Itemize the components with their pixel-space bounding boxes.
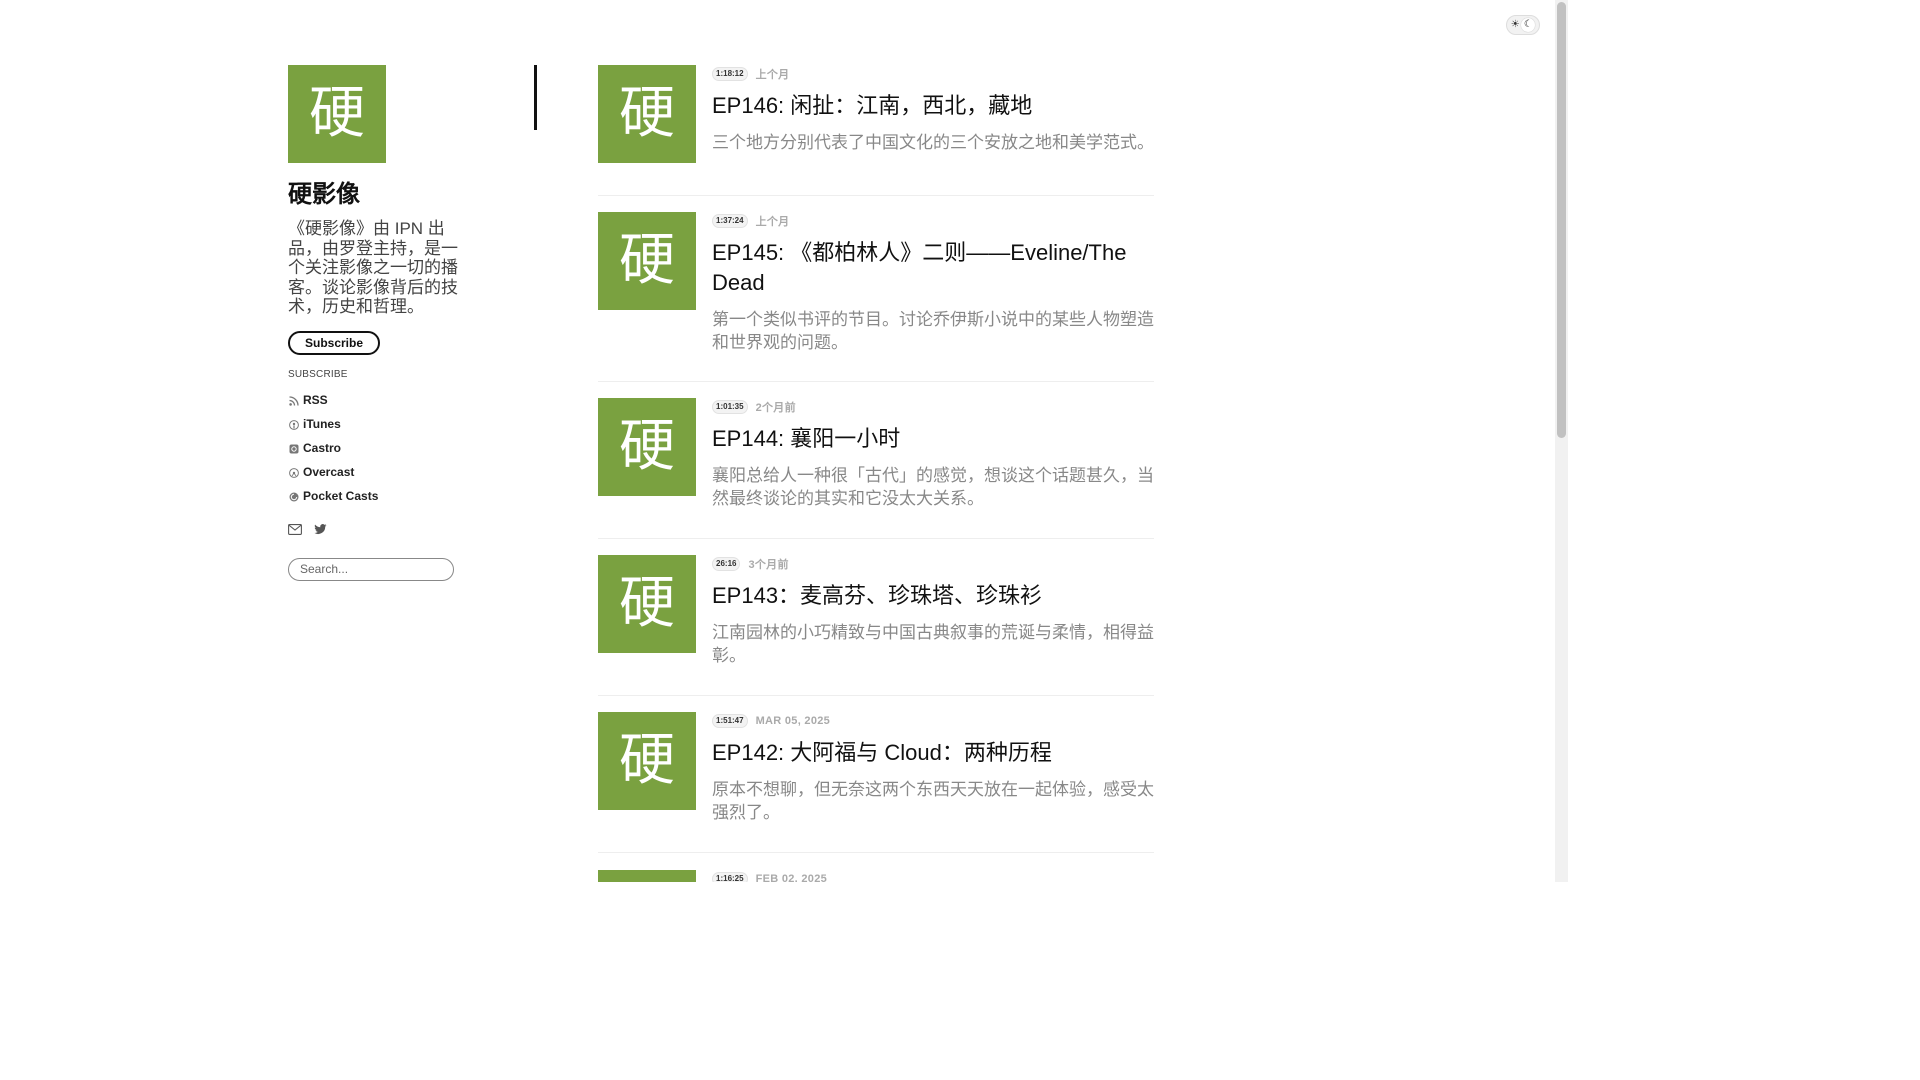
episode-description: 第一个类似书评的节目。讨论乔伊斯小说中的某些人物塑造和世界观的问题。	[712, 310, 1154, 352]
episode-title[interactable]: EP142: 大阿福与 Cloud：两种历程	[712, 738, 1154, 768]
pocket-casts-icon	[288, 491, 299, 502]
episode-cover[interactable]: 硬	[598, 870, 696, 882]
episode-date: 上个月	[755, 69, 790, 81]
episode-cover[interactable]: 硬	[598, 555, 696, 653]
duration-badge: 1:18:12	[712, 67, 748, 81]
feed-link-overcast[interactable]: Overcast	[288, 460, 538, 484]
episode-description: 襄阳总给人一种很「古代」的感觉，想谈这个话题甚久，当然最终谈论的其实和它没太大关…	[712, 466, 1154, 508]
duration-badge: 1:01:35	[712, 400, 748, 414]
episode-cover[interactable]: 硬	[598, 65, 696, 163]
feed-link-rss[interactable]: RSS	[288, 388, 538, 412]
duration-badge: 1:51:47	[712, 714, 748, 728]
episode-body: 1:16:25 FEB 02, 2025	[712, 870, 1154, 882]
moon-icon: ☾	[1521, 18, 1536, 32]
episode-description: 三个地方分别代表了中国文化的三个安放之地和美学范式。	[712, 133, 1154, 152]
feed-label-castro: Castro	[303, 440, 342, 455]
feed-link-pocket-casts[interactable]: Pocket Casts	[288, 484, 538, 508]
scrollbar[interactable]	[1555, 0, 1568, 882]
feed-label-pocket-casts: Pocket Casts	[303, 488, 379, 503]
episode-meta: 1:51:47 MAR 05, 2025	[712, 712, 1154, 730]
episode-body: 1:51:47 MAR 05, 2025 EP142: 大阿福与 Cloud：两…	[712, 712, 1154, 852]
episode-cover[interactable]: 硬	[598, 398, 696, 496]
podcast-icon	[288, 419, 299, 430]
episode-body: 1:01:35 2个月前 EP144: 襄阳一小时 襄阳总给人一种很「古代」的感…	[712, 398, 1154, 538]
episode-date: MAR 05, 2025	[755, 715, 831, 727]
duration-badge: 26:16	[712, 557, 741, 571]
site-title[interactable]: 硬影像	[288, 181, 538, 209]
search-input[interactable]	[288, 557, 454, 581]
scrollbar-thumb[interactable]	[1557, 2, 1566, 438]
page: ☀ ☾ 硬 硬影像 《硬影像》由 IPN 出品，由罗登主持，是一个关注影像之一切…	[0, 0, 1568, 882]
episode-cover[interactable]: 硬	[598, 212, 696, 310]
episode-meta: 1:16:25 FEB 02, 2025	[712, 870, 1154, 882]
email-icon[interactable]	[288, 524, 302, 536]
episode-meta: 1:01:35 2个月前	[712, 398, 1154, 416]
duration-badge: 1:37:24	[712, 214, 748, 228]
sun-icon: ☀	[1510, 19, 1520, 30]
feed-label-overcast: Overcast	[303, 464, 355, 479]
episode-meta: 1:37:24 上个月	[712, 212, 1154, 230]
episode-item: 硬 1:16:25 FEB 02, 2025	[598, 870, 1154, 882]
episode-list: 硬 1:18:12 上个月 EP146: 闲扯：江南，西北，藏地 三个地方分别代…	[598, 65, 1154, 882]
episode-date: 上个月	[755, 216, 790, 228]
episode-description: 江南园林的小巧精致与中国古典叙事的荒诞与柔情，相得益彰。	[712, 623, 1154, 665]
episode-item: 硬 26:16 3个月前 EP143：麦高芬、珍珠塔、珍珠衫 江南园林的小巧精致…	[598, 555, 1154, 696]
feed-link-castro[interactable]: Castro	[288, 436, 538, 460]
episode-body: 1:37:24 上个月 EP145: 《都柏林人》二则——Eveline/The…	[712, 212, 1154, 381]
episode-item: 硬 1:01:35 2个月前 EP144: 襄阳一小时 襄阳总给人一种很「古代」…	[598, 398, 1154, 539]
episode-title[interactable]: EP143：麦高芬、珍珠塔、珍珠衫	[712, 581, 1154, 611]
overcast-icon	[288, 467, 299, 478]
rss-icon	[288, 395, 299, 406]
subscribe-button[interactable]: Subscribe	[288, 330, 380, 355]
feed-label-itunes: iTunes	[303, 416, 341, 431]
theme-toggle[interactable]: ☀ ☾	[1506, 15, 1540, 35]
episode-body: 1:18:12 上个月 EP146: 闲扯：江南，西北，藏地 三个地方分别代表了…	[712, 65, 1154, 195]
episode-item: 硬 1:51:47 MAR 05, 2025 EP142: 大阿福与 Cloud…	[598, 712, 1154, 853]
episode-title[interactable]: EP146: 闲扯：江南，西北，藏地	[712, 91, 1154, 121]
subscribe-heading: SUBSCRIBE	[288, 368, 348, 380]
episode-title[interactable]: EP144: 襄阳一小时	[712, 424, 1154, 454]
episode-item: 硬 1:37:24 上个月 EP145: 《都柏林人》二则——Eveline/T…	[598, 212, 1154, 382]
site-description: 《硬影像》由 IPN 出品，由罗登主持，是一个关注影像之一切的播客。谈论影像背后…	[288, 219, 458, 317]
episode-date: 2个月前	[755, 402, 796, 414]
subscribe-list: RSS iTunes Castro Overcast Pocket Casts	[288, 388, 538, 508]
duration-badge: 1:16:25	[712, 872, 748, 882]
castro-icon	[288, 443, 299, 454]
episode-cover[interactable]: 硬	[598, 712, 696, 810]
feed-link-itunes[interactable]: iTunes	[288, 412, 538, 436]
twitter-icon[interactable]	[314, 524, 328, 536]
podcast-logo[interactable]: 硬	[288, 65, 386, 163]
episode-description: 原本不想聊，但无奈这两个东西天天放在一起体验，感受太强烈了。	[712, 780, 1154, 822]
episode-date: 3个月前	[748, 559, 789, 571]
feed-label-rss: RSS	[303, 392, 328, 407]
episode-body: 26:16 3个月前 EP143：麦高芬、珍珠塔、珍珠衫 江南园林的小巧精致与中…	[712, 555, 1154, 695]
episode-item: 硬 1:18:12 上个月 EP146: 闲扯：江南，西北，藏地 三个地方分别代…	[598, 65, 1154, 196]
social-links	[288, 522, 538, 538]
sidebar: 硬 硬影像 《硬影像》由 IPN 出品，由罗登主持，是一个关注影像之一切的播客。…	[288, 65, 538, 581]
episode-title[interactable]: EP145: 《都柏林人》二则——Eveline/The Dead	[712, 238, 1154, 298]
episode-meta: 1:18:12 上个月	[712, 65, 1154, 83]
episode-meta: 26:16 3个月前	[712, 555, 1154, 573]
episode-date: FEB 02, 2025	[755, 873, 828, 882]
